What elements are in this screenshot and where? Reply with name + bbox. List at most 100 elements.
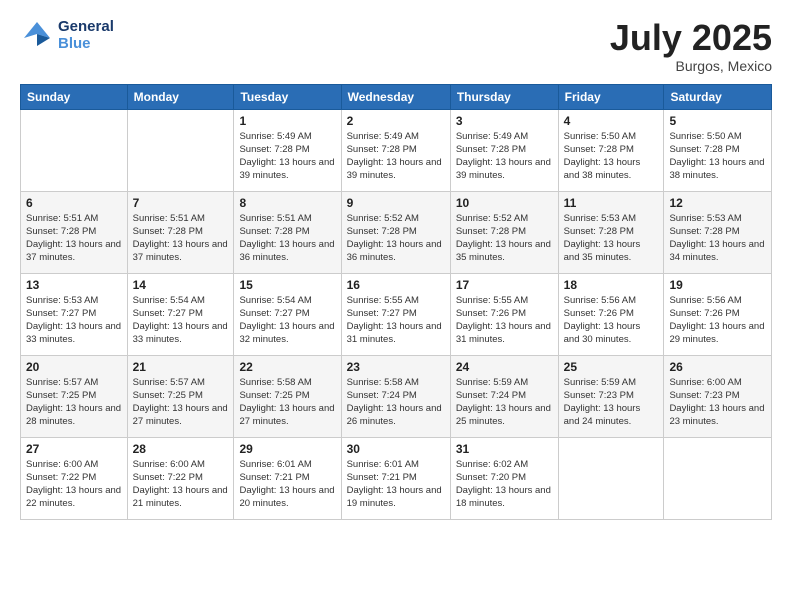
day-info: Sunrise: 5:59 AM Sunset: 7:23 PM Dayligh… bbox=[564, 376, 659, 429]
calendar-cell: 1 Sunrise: 5:49 AM Sunset: 7:28 PM Daylig… bbox=[234, 109, 341, 191]
day-info: Sunrise: 5:54 AM Sunset: 7:27 PM Dayligh… bbox=[239, 294, 335, 347]
day-info: Sunrise: 5:51 AM Sunset: 7:28 PM Dayligh… bbox=[239, 212, 335, 265]
day-number: 19 bbox=[669, 278, 766, 292]
title-block: July 2025 Burgos, Mexico bbox=[610, 18, 772, 74]
calendar-cell: 9 Sunrise: 5:52 AM Sunset: 7:28 PM Daylig… bbox=[341, 191, 450, 273]
location: Burgos, Mexico bbox=[610, 58, 772, 74]
day-info: Sunrise: 6:01 AM Sunset: 7:21 PM Dayligh… bbox=[239, 458, 335, 511]
calendar-cell bbox=[21, 109, 128, 191]
day-info: Sunrise: 5:52 AM Sunset: 7:28 PM Dayligh… bbox=[347, 212, 445, 265]
logo-line2: Blue bbox=[58, 35, 114, 52]
day-number: 8 bbox=[239, 196, 335, 210]
calendar-cell: 19Sunrise: 5:56 AM Sunset: 7:26 PM Dayli… bbox=[664, 273, 772, 355]
day-number: 21 bbox=[133, 360, 229, 374]
day-info: Sunrise: 5:53 AM Sunset: 7:28 PM Dayligh… bbox=[669, 212, 766, 265]
day-number: 11 bbox=[564, 196, 659, 210]
day-info: Sunrise: 5:49 AM Sunset: 7:28 PM Dayligh… bbox=[347, 130, 445, 183]
day-info: Sunrise: 5:54 AM Sunset: 7:27 PM Dayligh… bbox=[133, 294, 229, 347]
day-info: Sunrise: 6:00 AM Sunset: 7:22 PM Dayligh… bbox=[133, 458, 229, 511]
weekday-header-cell: Saturday bbox=[664, 84, 772, 109]
day-info: Sunrise: 5:56 AM Sunset: 7:26 PM Dayligh… bbox=[564, 294, 659, 347]
calendar-cell: 4Sunrise: 5:50 AM Sunset: 7:28 PM Daylig… bbox=[558, 109, 664, 191]
calendar-cell: 24 Sunrise: 5:59 AM Sunset: 7:24 PM Dayli… bbox=[450, 355, 558, 437]
calendar-week-row: 20Sunrise: 5:57 AM Sunset: 7:25 PM Dayli… bbox=[21, 355, 772, 437]
day-info: Sunrise: 5:55 AM Sunset: 7:26 PM Dayligh… bbox=[456, 294, 553, 347]
calendar-week-row: 6 Sunrise: 5:51 AM Sunset: 7:28 PM Daylig… bbox=[21, 191, 772, 273]
calendar-cell: 16Sunrise: 5:55 AM Sunset: 7:27 PM Dayli… bbox=[341, 273, 450, 355]
day-info: Sunrise: 5:58 AM Sunset: 7:24 PM Dayligh… bbox=[347, 376, 445, 429]
calendar-cell: 11 Sunrise: 5:53 AM Sunset: 7:28 PM Dayli… bbox=[558, 191, 664, 273]
calendar-cell: 27 Sunrise: 6:00 AM Sunset: 7:22 PM Dayli… bbox=[21, 437, 128, 519]
calendar-cell: 21Sunrise: 5:57 AM Sunset: 7:25 PM Dayli… bbox=[127, 355, 234, 437]
logo: General Blue bbox=[20, 18, 114, 53]
calendar-cell: 25 Sunrise: 5:59 AM Sunset: 7:23 PM Dayli… bbox=[558, 355, 664, 437]
calendar-cell: 23 Sunrise: 5:58 AM Sunset: 7:24 PM Dayli… bbox=[341, 355, 450, 437]
calendar-cell: 17Sunrise: 5:55 AM Sunset: 7:26 PM Dayli… bbox=[450, 273, 558, 355]
calendar-cell: 12 Sunrise: 5:53 AM Sunset: 7:28 PM Dayli… bbox=[664, 191, 772, 273]
calendar-cell: 29Sunrise: 6:01 AM Sunset: 7:21 PM Dayli… bbox=[234, 437, 341, 519]
day-number: 3 bbox=[456, 114, 553, 128]
day-info: Sunrise: 6:01 AM Sunset: 7:21 PM Dayligh… bbox=[347, 458, 445, 511]
day-number: 10 bbox=[456, 196, 553, 210]
calendar-week-row: 1 Sunrise: 5:49 AM Sunset: 7:28 PM Daylig… bbox=[21, 109, 772, 191]
day-number: 16 bbox=[347, 278, 445, 292]
weekday-header-cell: Wednesday bbox=[341, 84, 450, 109]
day-number: 12 bbox=[669, 196, 766, 210]
day-number: 27 bbox=[26, 442, 122, 456]
calendar-cell: 14 Sunrise: 5:54 AM Sunset: 7:27 PM Dayli… bbox=[127, 273, 234, 355]
day-number: 31 bbox=[456, 442, 553, 456]
weekday-header-cell: Sunday bbox=[21, 84, 128, 109]
logo-line1: General bbox=[58, 18, 114, 35]
day-number: 28 bbox=[133, 442, 229, 456]
calendar-cell: 26 Sunrise: 6:00 AM Sunset: 7:23 PM Dayli… bbox=[664, 355, 772, 437]
day-info: Sunrise: 5:53 AM Sunset: 7:28 PM Dayligh… bbox=[564, 212, 659, 265]
calendar-cell: 15 Sunrise: 5:54 AM Sunset: 7:27 PM Dayli… bbox=[234, 273, 341, 355]
day-number: 24 bbox=[456, 360, 553, 374]
calendar-cell: 30 Sunrise: 6:01 AM Sunset: 7:21 PM Dayli… bbox=[341, 437, 450, 519]
day-number: 6 bbox=[26, 196, 122, 210]
day-number: 26 bbox=[669, 360, 766, 374]
calendar-week-row: 27 Sunrise: 6:00 AM Sunset: 7:22 PM Dayli… bbox=[21, 437, 772, 519]
day-number: 5 bbox=[669, 114, 766, 128]
day-number: 15 bbox=[239, 278, 335, 292]
calendar-cell: 10 Sunrise: 5:52 AM Sunset: 7:28 PM Dayli… bbox=[450, 191, 558, 273]
day-info: Sunrise: 5:51 AM Sunset: 7:28 PM Dayligh… bbox=[26, 212, 122, 265]
day-info: Sunrise: 6:02 AM Sunset: 7:20 PM Dayligh… bbox=[456, 458, 553, 511]
day-info: Sunrise: 5:49 AM Sunset: 7:28 PM Dayligh… bbox=[456, 130, 553, 183]
day-number: 13 bbox=[26, 278, 122, 292]
day-number: 20 bbox=[26, 360, 122, 374]
day-info: Sunrise: 5:49 AM Sunset: 7:28 PM Dayligh… bbox=[239, 130, 335, 183]
calendar-cell bbox=[664, 437, 772, 519]
weekday-header-row: SundayMondayTuesdayWednesdayThursdayFrid… bbox=[21, 84, 772, 109]
day-number: 7 bbox=[133, 196, 229, 210]
day-info: Sunrise: 6:00 AM Sunset: 7:23 PM Dayligh… bbox=[669, 376, 766, 429]
day-info: Sunrise: 5:51 AM Sunset: 7:28 PM Dayligh… bbox=[133, 212, 229, 265]
day-number: 9 bbox=[347, 196, 445, 210]
day-number: 1 bbox=[239, 114, 335, 128]
day-number: 4 bbox=[564, 114, 659, 128]
calendar-cell bbox=[558, 437, 664, 519]
calendar-page: General Blue July 2025 Burgos, Mexico Su… bbox=[0, 0, 792, 612]
month-title: July 2025 bbox=[610, 18, 772, 58]
day-number: 23 bbox=[347, 360, 445, 374]
day-number: 2 bbox=[347, 114, 445, 128]
calendar-cell: 13Sunrise: 5:53 AM Sunset: 7:27 PM Dayli… bbox=[21, 273, 128, 355]
day-info: Sunrise: 5:52 AM Sunset: 7:28 PM Dayligh… bbox=[456, 212, 553, 265]
calendar-cell: 28 Sunrise: 6:00 AM Sunset: 7:22 PM Dayli… bbox=[127, 437, 234, 519]
calendar-cell: 31 Sunrise: 6:02 AM Sunset: 7:20 PM Dayli… bbox=[450, 437, 558, 519]
day-number: 25 bbox=[564, 360, 659, 374]
day-number: 14 bbox=[133, 278, 229, 292]
day-info: Sunrise: 5:58 AM Sunset: 7:25 PM Dayligh… bbox=[239, 376, 335, 429]
day-info: Sunrise: 6:00 AM Sunset: 7:22 PM Dayligh… bbox=[26, 458, 122, 511]
weekday-header-cell: Tuesday bbox=[234, 84, 341, 109]
weekday-header-cell: Friday bbox=[558, 84, 664, 109]
day-info: Sunrise: 5:59 AM Sunset: 7:24 PM Dayligh… bbox=[456, 376, 553, 429]
day-number: 30 bbox=[347, 442, 445, 456]
calendar-cell: 18Sunrise: 5:56 AM Sunset: 7:26 PM Dayli… bbox=[558, 273, 664, 355]
calendar-cell: 5Sunrise: 5:50 AM Sunset: 7:28 PM Daylig… bbox=[664, 109, 772, 191]
calendar-cell: 3 Sunrise: 5:49 AM Sunset: 7:28 PM Daylig… bbox=[450, 109, 558, 191]
calendar-table: SundayMondayTuesdayWednesdayThursdayFrid… bbox=[20, 84, 772, 520]
weekday-header-cell: Thursday bbox=[450, 84, 558, 109]
calendar-cell: 2 Sunrise: 5:49 AM Sunset: 7:28 PM Daylig… bbox=[341, 109, 450, 191]
logo-bird-icon bbox=[20, 18, 54, 52]
